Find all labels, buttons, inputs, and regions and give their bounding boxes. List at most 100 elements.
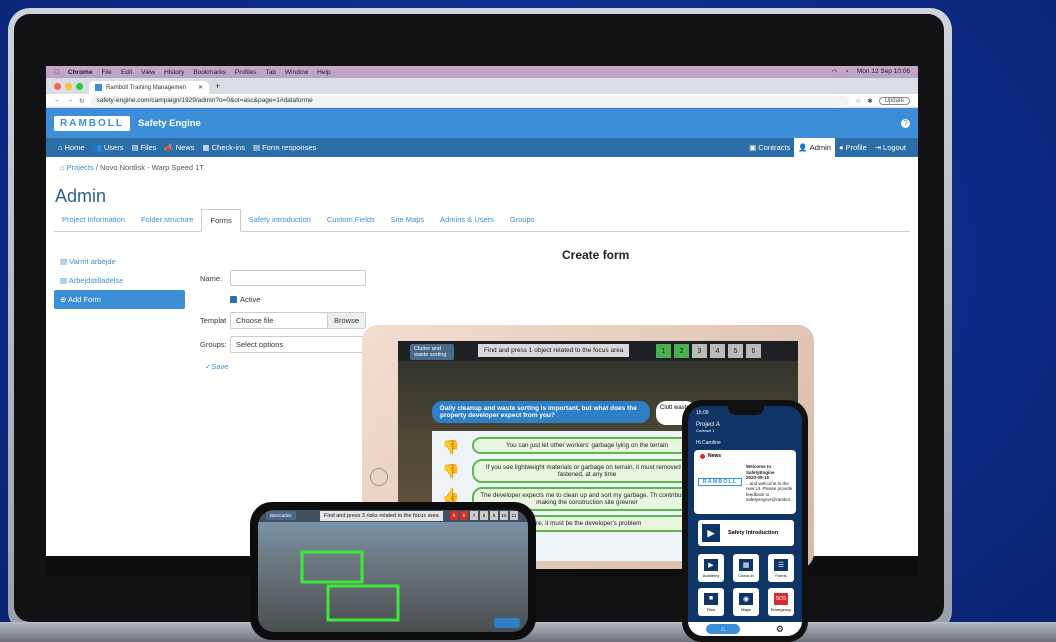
wifi-icon[interactable]: ◠ [832, 68, 838, 76]
phone-progress-9: 9 [490, 511, 498, 520]
nav-news[interactable]: 📣 News [160, 138, 198, 157]
tab-folder-structure[interactable]: Folder structure [133, 209, 202, 231]
tab-forms[interactable]: Forms [201, 209, 241, 232]
menu-view[interactable]: View [141, 69, 155, 76]
folder-icon: ■ [704, 592, 718, 605]
breadcrumb-separator: / [95, 163, 98, 172]
quiz-question: Daily cleanup and waste sorting is impor… [432, 401, 650, 423]
nav-users[interactable]: 👥 Users [89, 138, 128, 157]
sidebar-item-varmt-arbejde[interactable]: ▤ Varmt arbejde [54, 252, 185, 271]
tab-site-maps[interactable]: Site Maps [383, 209, 432, 231]
menu-app[interactable]: Chrome [68, 69, 93, 76]
breadcrumb-projects[interactable]: ⌂ Projects [60, 163, 94, 172]
back-icon[interactable]: ← [54, 97, 61, 104]
tab-custom-fields[interactable]: Custom Fields [319, 209, 383, 231]
tile-forms-label: Forms [775, 572, 787, 578]
tile-maps[interactable]: ◉ Maps [733, 588, 759, 616]
tab-groups[interactable]: Groups [502, 209, 543, 231]
nav-contracts-label: Contracts [758, 143, 791, 152]
safety-introduction-button[interactable]: ▶ Safety Introduction [698, 520, 794, 546]
browse-button[interactable]: Browse [326, 312, 365, 328]
tile-emergency[interactable]: SOS Emergency [768, 588, 794, 616]
progress-3: 3 [692, 344, 707, 358]
template-file-input[interactable]: Choose file Browse [230, 311, 366, 329]
thumbs-down-icon: 👎 [442, 463, 460, 479]
menu-bookmarks[interactable]: Bookmarks [193, 69, 226, 76]
forward-icon[interactable]: → [67, 97, 74, 104]
tab-project-information[interactable]: Project Information [54, 209, 133, 231]
search-icon[interactable]: ⌕ [845, 68, 849, 76]
menu-profiles[interactable]: Profiles [235, 69, 257, 76]
reload-icon[interactable]: ↻ [79, 97, 84, 105]
close-window-button[interactable] [54, 82, 61, 90]
menu-history[interactable]: History [164, 69, 184, 76]
phone-progress-11: 11 [510, 511, 518, 520]
sos-icon: SOS [774, 592, 788, 605]
ramboll-logo[interactable]: RAMBOLL [54, 115, 130, 131]
new-tab-icon[interactable]: + [215, 81, 220, 91]
nav-logout[interactable]: ⇥ Logout [871, 138, 910, 157]
apple-icon[interactable]:  [54, 69, 59, 76]
add-form-button[interactable]: ⊕ Add Form [54, 290, 185, 309]
answer-option-2[interactable]: If you see lightweight materials or garb… [472, 459, 702, 483]
address-bar-row: ← → ↻ safety-engine.com/campaign/1929/ad… [46, 94, 918, 108]
menu-edit[interactable]: Edit [121, 69, 132, 76]
menubar-clock[interactable]: Mon 12 Sep 10:06 [857, 68, 910, 76]
menu-window[interactable]: Window [285, 69, 308, 76]
tab-safety-introduction[interactable]: Safety introduction [241, 209, 319, 231]
file-icon: ▤ [131, 143, 139, 152]
settings-icon[interactable] [494, 618, 520, 628]
admin-tabs: Project Information Folder structure For… [54, 209, 910, 232]
sidebar-item-label: Arbejdstilladelse [68, 276, 124, 285]
active-checkbox[interactable] [230, 295, 237, 303]
name-input[interactable] [230, 270, 366, 286]
nav-profile[interactable]: ● Profile [835, 138, 871, 157]
tile-emergency-label: Emergency [770, 606, 792, 612]
update-button[interactable]: Update [878, 96, 910, 105]
menu-file[interactable]: File [101, 69, 111, 76]
form-icon: ▤ [252, 143, 261, 152]
tab-admins-users[interactable]: Admins & Users [432, 209, 502, 231]
tile-check-in[interactable]: ▦ Check in [733, 554, 759, 582]
bookmark-star-icon[interactable]: ☆ [855, 97, 861, 105]
menu-help[interactable]: Help [317, 69, 330, 76]
browser-tabbar: Ramboll Training Managemen ✕ + [46, 78, 918, 94]
close-tab-icon[interactable]: ✕ [198, 84, 203, 91]
active-label: Active [240, 294, 261, 304]
tile-files[interactable]: ■ Files [698, 588, 724, 616]
barricades-chip[interactable]: Barricades [266, 511, 296, 520]
maximize-window-button[interactable] [76, 82, 83, 90]
save-button[interactable]: ✓ Save [200, 356, 366, 376]
nav-checkins[interactable]: ▦ Check-ins [199, 138, 249, 157]
tile-forms[interactable]: ☰ Forms [768, 554, 794, 582]
nav-checkins-label: Check-ins [211, 143, 245, 152]
help-icon[interactable]: ? [901, 118, 910, 128]
tablet-home-button[interactable] [370, 468, 388, 486]
nav-home[interactable]: ⌂ Home [54, 138, 89, 157]
phone-game-screen: Barricades Find and press 3 risks relate… [258, 510, 528, 632]
home-icon[interactable]: ⌂ [705, 624, 740, 634]
tile-academy[interactable]: ▶ Academy [698, 554, 724, 582]
settings-gear-icon[interactable]: ⚙ [776, 624, 784, 635]
nav-contracts[interactable]: ▣ Contracts [745, 138, 794, 157]
nav-files[interactable]: ▤ Files [127, 138, 160, 157]
sidebar-item-arbejdstilladelse[interactable]: ▤ Arbejdstilladelse [54, 271, 185, 290]
phone-project[interactable]: Project A Contract 1 [696, 422, 720, 434]
nav-admin[interactable]: 👤 Admin [794, 138, 835, 157]
minimize-window-button[interactable] [65, 82, 72, 90]
news-date: 2020-09-15 [746, 475, 770, 480]
nav-admin-label: Admin [809, 143, 831, 152]
url-input[interactable]: safety-engine.com/campaign/1929/admin?o=… [90, 95, 850, 106]
news-card[interactable]: News RAMBOLL Welcome to SafetyEngine 202… [694, 450, 796, 514]
extensions-icon[interactable]: ✱ [867, 97, 872, 105]
check-in-icon: ▦ [739, 558, 753, 571]
forms-sidebar: ▤ Varmt arbejde ▤ Arbejdstilladelse ⊕ Ad… [54, 252, 185, 309]
sidebar-item-label: Varmt arbejde [69, 257, 116, 266]
nav-form-responses[interactable]: ▤ Form responses [249, 138, 320, 157]
barricade-highlight[interactable] [298, 546, 408, 626]
groups-select[interactable]: Select options [230, 335, 366, 353]
answer-option-1[interactable]: You can just let other workers' garbage … [472, 437, 702, 454]
focus-area-chip[interactable]: Clutter and waste sorting [410, 344, 454, 360]
menu-tab[interactable]: Tab [266, 69, 276, 76]
browser-tab[interactable]: Ramboll Training Managemen ✕ [89, 81, 209, 94]
